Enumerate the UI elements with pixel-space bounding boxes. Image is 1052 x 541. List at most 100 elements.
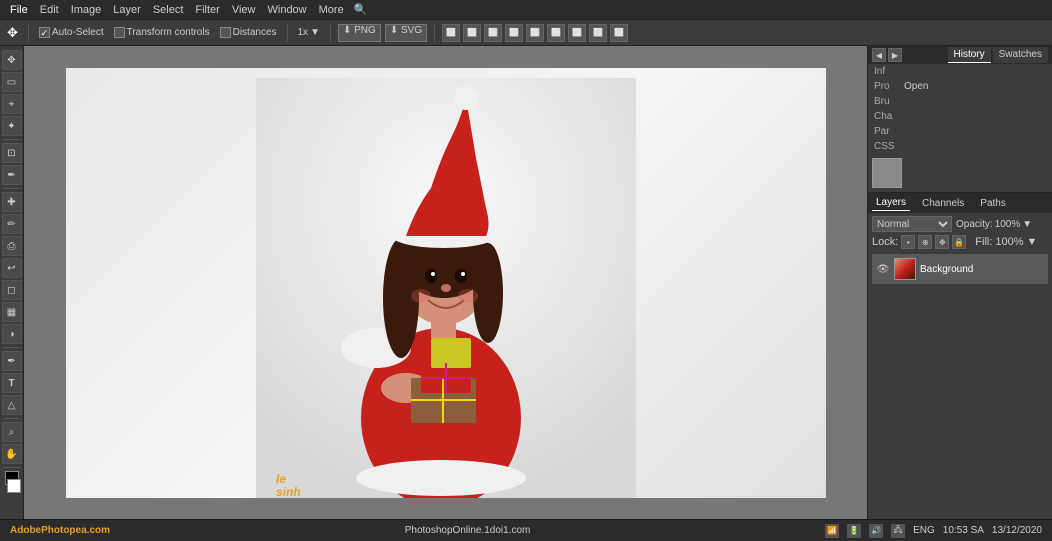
- panel-row-par: Par: [868, 124, 1052, 139]
- align-top-icon[interactable]: ⬜: [505, 24, 523, 42]
- battery-icon: 🔋: [847, 524, 861, 538]
- canvas: le sinh: [24, 46, 867, 519]
- menu-image[interactable]: Image: [65, 2, 108, 18]
- eyedropper-tool[interactable]: ✒: [2, 165, 22, 185]
- crop-tool[interactable]: ⊡: [2, 143, 22, 163]
- sound-icon: 🔊: [869, 524, 883, 538]
- label-par: Par: [874, 126, 904, 137]
- history-brush-tool[interactable]: ↩: [2, 258, 22, 278]
- panel-row-inf: Inf: [868, 64, 1052, 79]
- nav-arrow-left[interactable]: ◀: [872, 48, 886, 62]
- fill-dropdown-icon[interactable]: ▼: [1027, 236, 1038, 248]
- search-icon[interactable]: 🔍: [354, 3, 368, 16]
- menu-file[interactable]: File: [4, 2, 34, 18]
- clone-tool[interactable]: ⎙: [2, 236, 22, 256]
- align-middle-icon[interactable]: ⬜: [526, 24, 544, 42]
- blend-mode-select[interactable]: Normal: [872, 216, 952, 232]
- align-center-icon[interactable]: ⬜: [463, 24, 481, 42]
- hand-tool[interactable]: ✋: [2, 444, 22, 464]
- label-css: CSS: [874, 141, 904, 152]
- lock-move-icon[interactable]: ✥: [935, 235, 949, 249]
- background-color[interactable]: [7, 479, 21, 493]
- menubar: File Edit Image Layer Select Filter View…: [0, 0, 1052, 20]
- distribute-horiz-icon[interactable]: ⬜: [568, 24, 586, 42]
- transform-label[interactable]: Transform controls: [111, 27, 213, 38]
- align-group: ⬜ ⬜ ⬜ ⬜ ⬜ ⬜ ⬜ ⬜ ⬜: [442, 24, 628, 42]
- thumbnail: [872, 158, 902, 188]
- select-rect-tool[interactable]: ▭: [2, 72, 22, 92]
- menu-edit[interactable]: Edit: [34, 2, 65, 18]
- type-tool[interactable]: T: [2, 373, 22, 393]
- statusbar: AdobePhotopea.com PhotoshopOnline.1doi1.…: [0, 519, 1052, 541]
- main-area: ✥ ▭ ⌖ ✦ ⊡ ✒ ✚ ✏ ⎙ ↩ ◻ ▦ ◑ ✒ T △ ⌕ ✋ ligh…: [0, 46, 1052, 519]
- distances-checkbox[interactable]: [220, 27, 231, 38]
- svg-button[interactable]: ⬇ SVG: [385, 24, 427, 42]
- options-toolbar: ✥ Auto-Select Transform controls Distanc…: [0, 20, 1052, 46]
- tab-paths[interactable]: Paths: [976, 196, 1010, 211]
- magic-wand-tool[interactable]: ✦: [2, 116, 22, 136]
- label-pro: Pro: [874, 81, 904, 92]
- svg-text:le: le: [276, 472, 286, 486]
- tool-sep-5: [3, 467, 21, 468]
- tab-layers[interactable]: Layers: [872, 195, 910, 211]
- nav-arrows: ◀ ▶: [872, 48, 902, 62]
- canvas-area: light blur.psd × light.psd × paris.psd ×…: [24, 46, 867, 519]
- align-left-icon[interactable]: ⬜: [442, 24, 460, 42]
- autoselect-label[interactable]: Auto-Select: [36, 27, 107, 38]
- status-site-left: AdobePhotopea.com: [10, 525, 110, 536]
- distances-label[interactable]: Distances: [217, 27, 280, 38]
- menu-window[interactable]: Window: [262, 2, 313, 18]
- tab-swatches[interactable]: Swatches: [993, 47, 1048, 63]
- autoselect-checkbox[interactable]: [39, 27, 50, 38]
- align-bottom-icon[interactable]: ⬜: [547, 24, 565, 42]
- value-pro: Open: [904, 81, 928, 92]
- png-button[interactable]: ⬇ PNG: [338, 24, 381, 42]
- lock-check-icon[interactable]: ▪: [901, 235, 915, 249]
- label-inf: Inf: [874, 66, 904, 77]
- nav-arrow-right[interactable]: ▶: [888, 48, 902, 62]
- lock-all-icon[interactable]: 🔒: [952, 235, 966, 249]
- dodge-tool[interactable]: ◑: [2, 324, 22, 344]
- heal-tool[interactable]: ✚: [2, 192, 22, 212]
- lock-row: Lock: ▪ ⊕ ✥ 🔒 Fill: 100% ▼: [872, 235, 1048, 249]
- tool-sep-2: [3, 188, 21, 189]
- eraser-tool[interactable]: ◻: [2, 280, 22, 300]
- layer-background[interactable]: 👁 Background: [872, 254, 1048, 284]
- menu-select[interactable]: Select: [147, 2, 190, 18]
- right-panel-tabs: History Swatches: [948, 47, 1048, 63]
- menu-view[interactable]: View: [226, 2, 262, 18]
- thumbnail-area: [868, 154, 1052, 193]
- panel-row-pro: Pro Open: [868, 79, 1052, 94]
- lock-pos-icon[interactable]: ⊕: [918, 235, 932, 249]
- menu-layer[interactable]: Layer: [107, 2, 147, 18]
- menu-more[interactable]: More: [313, 2, 350, 18]
- arrange-icon[interactable]: ⬜: [610, 24, 628, 42]
- multiplier-value[interactable]: 1x ▼: [295, 27, 323, 38]
- transform-checkbox[interactable]: [114, 27, 125, 38]
- gradient-tool[interactable]: ▦: [2, 302, 22, 322]
- align-right-icon[interactable]: ⬜: [484, 24, 502, 42]
- panel-row-css: CSS: [868, 139, 1052, 154]
- tab-channels[interactable]: Channels: [918, 196, 968, 211]
- status-lang: ENG: [913, 525, 935, 536]
- move-tool[interactable]: ✥: [2, 50, 22, 70]
- layer-visibility-icon[interactable]: 👁: [876, 262, 890, 276]
- layer-thumbnail: [894, 258, 916, 280]
- tab-history[interactable]: History: [948, 47, 991, 63]
- menu-filter[interactable]: Filter: [189, 2, 225, 18]
- canvas-image: le sinh: [66, 68, 826, 498]
- tool-sep-4: [3, 418, 21, 419]
- zoom-tool[interactable]: ⌕: [2, 422, 22, 442]
- brush-tool[interactable]: ✏: [2, 214, 22, 234]
- pen-tool[interactable]: ✒: [2, 351, 22, 371]
- shape-tool[interactable]: △: [2, 395, 22, 415]
- distribute-vert-icon[interactable]: ⬜: [589, 24, 607, 42]
- separator-3: [330, 24, 331, 42]
- lasso-tool[interactable]: ⌖: [2, 94, 22, 114]
- status-date: 13/12/2020: [992, 525, 1042, 536]
- toolbox: ✥ ▭ ⌖ ✦ ⊡ ✒ ✚ ✏ ⎙ ↩ ◻ ▦ ◑ ✒ T △ ⌕ ✋: [0, 46, 24, 519]
- tool-sep-3: [3, 347, 21, 348]
- right-panel: ◀ ▶ History Swatches Inf Pro Open Bru Ch…: [867, 46, 1052, 519]
- opacity-dropdown-icon[interactable]: ▼: [1022, 219, 1032, 230]
- separator-1: [28, 24, 29, 42]
